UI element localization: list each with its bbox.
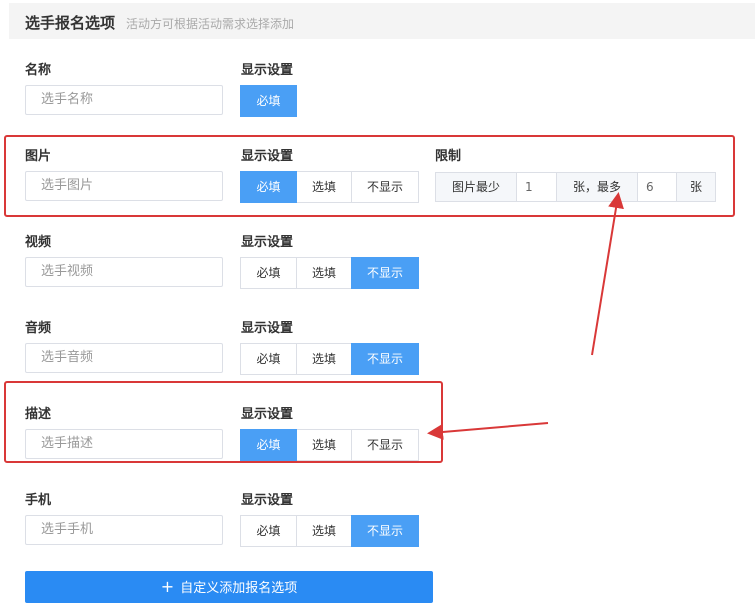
annotation-arrow-to-description — [427, 422, 549, 440]
name-required-option[interactable]: 必填 — [240, 85, 297, 117]
image-required-option[interactable]: 必填 — [240, 171, 297, 203]
annotation-arrows — [427, 192, 624, 440]
description-required-option[interactable]: 必填 — [240, 429, 297, 461]
annotation-arrow-to-limit — [591, 192, 624, 356]
audio-hidden-option[interactable]: 不显示 — [351, 343, 419, 375]
video-hidden-option[interactable]: 不显示 — [351, 257, 419, 289]
phone-hidden-option[interactable]: 不显示 — [351, 515, 419, 547]
name-display-options: 必填 — [240, 85, 297, 117]
